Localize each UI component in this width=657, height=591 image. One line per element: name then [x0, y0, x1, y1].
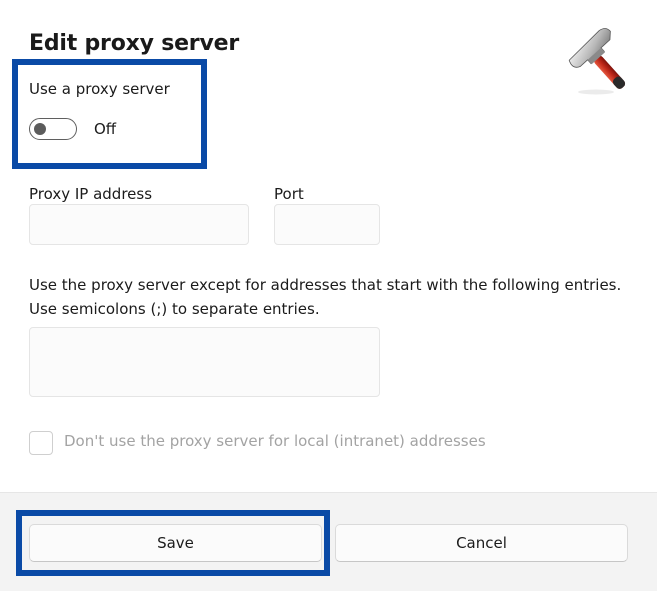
- proxy-toggle-label: Use a proxy server: [29, 80, 170, 98]
- proxy-ip-input[interactable]: [29, 204, 249, 245]
- use-proxy-toggle[interactable]: [29, 118, 77, 140]
- toggle-highlight-box: [12, 59, 207, 169]
- toggle-knob: [34, 122, 46, 135]
- exceptions-description: Use the proxy server except for addresse…: [29, 276, 622, 318]
- hammer-icon: [568, 28, 626, 95]
- local-bypass-label: Don't use the proxy server for local (in…: [64, 432, 486, 450]
- local-bypass-checkbox[interactable]: [29, 431, 53, 455]
- toggle-state-text: Off: [94, 120, 117, 138]
- save-button[interactable]: Save: [29, 524, 322, 562]
- port-input[interactable]: [274, 204, 380, 245]
- edit-proxy-dialog: Edit proxy server Use a proxy server Off…: [0, 0, 657, 591]
- dialog-title: Edit proxy server: [29, 31, 239, 56]
- cancel-button[interactable]: Cancel: [335, 524, 628, 562]
- exceptions-input[interactable]: [29, 327, 380, 397]
- proxy-ip-label: Proxy IP address: [29, 185, 153, 203]
- port-label: Port: [274, 185, 304, 203]
